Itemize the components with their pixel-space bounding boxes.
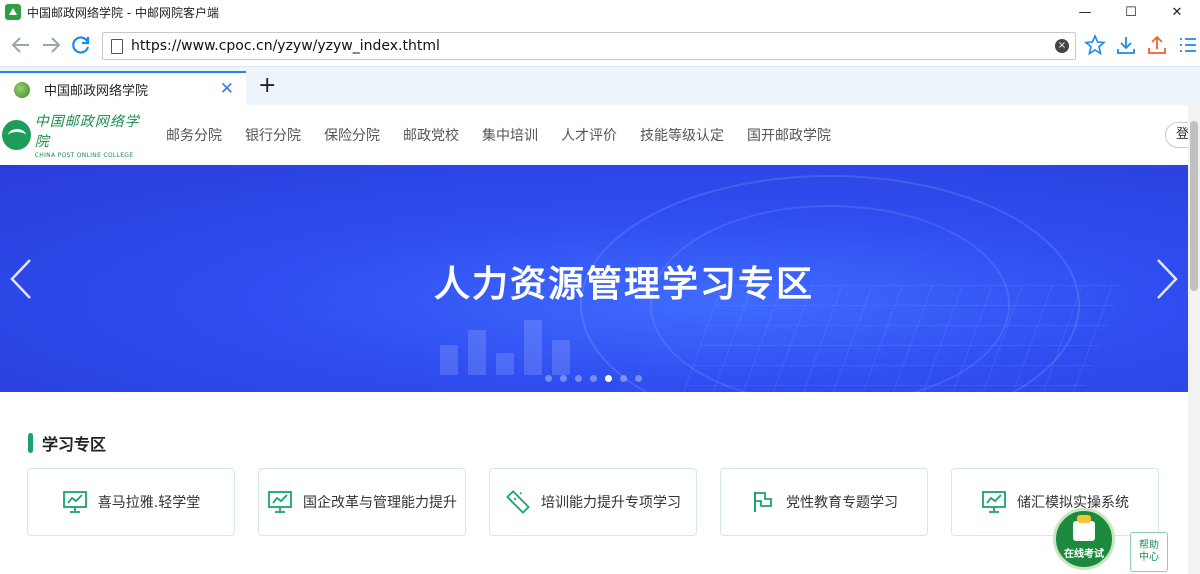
window-titlebar: 中国邮政网络学院 - 中邮网院客户端 — ☐ ✕ xyxy=(0,0,1200,24)
zone-card-himalaya[interactable]: 喜马拉雅.轻学堂 xyxy=(27,468,235,536)
maximize-button[interactable]: ☐ xyxy=(1108,0,1154,24)
carousel-dot[interactable] xyxy=(635,375,642,382)
learning-zone-heading: 学习专区 xyxy=(28,431,106,455)
nav-item-bank[interactable]: 银行分院 xyxy=(245,125,301,145)
cpoc-logo-icon xyxy=(2,120,31,150)
site-header: 中国邮政网络学院 CHINA POST ONLINE COLLEGE 邮务分院 … xyxy=(0,105,1200,165)
main-navigation: 邮务分院 银行分院 保险分院 邮政党校 集中培训 人才评价 技能等级认定 国开邮… xyxy=(166,125,854,145)
url-text[interactable]: https://www.cpoc.cn/yzyw/yzyw_index.thtm… xyxy=(131,38,440,54)
window-title: 中国邮政网络学院 - 中邮网院客户端 xyxy=(27,5,219,20)
zone-card-soe-reform[interactable]: 国企改革与管理能力提升 xyxy=(258,468,466,536)
download-icon[interactable] xyxy=(1113,32,1139,58)
nav-item-insurance[interactable]: 保险分院 xyxy=(324,125,380,145)
online-exam-label: 在线考试 xyxy=(1064,548,1104,560)
ruler-icon xyxy=(506,490,530,514)
flag-icon xyxy=(754,492,772,512)
favorite-star-icon[interactable] xyxy=(1082,32,1108,58)
carousel-prev-arrow-icon[interactable] xyxy=(6,257,36,301)
carousel-dot[interactable] xyxy=(575,375,582,382)
tab-cpoc[interactable]: 中国邮政网络学院 ✕ xyxy=(0,71,246,106)
section-accent-bar xyxy=(28,433,33,453)
presentation-chart-icon xyxy=(62,491,87,513)
carousel-next-arrow-icon[interactable] xyxy=(1152,257,1182,301)
browser-toolbar: https://www.cpoc.cn/yzyw/yzyw_index.thtm… xyxy=(0,24,1200,66)
logo-english-name: CHINA POST ONLINE COLLEGE xyxy=(34,152,134,159)
zone-card-label: 党性教育专题学习 xyxy=(786,495,898,511)
learning-zone-cards: 喜马拉雅.轻学堂 国企改革与管理能力提升 培训能力提升专项学习 党性教育专题学习… xyxy=(27,468,1159,536)
carousel-dot[interactable] xyxy=(545,375,552,382)
scrollbar-thumb[interactable] xyxy=(1190,121,1198,291)
new-tab-button[interactable]: + xyxy=(258,75,276,97)
nav-item-talent-evaluation[interactable]: 人才评价 xyxy=(561,125,617,145)
tab-title: 中国邮政网络学院 xyxy=(44,84,149,99)
tab-strip: 中国邮政网络学院 ✕ + xyxy=(0,66,1200,106)
section-title: 学习专区 xyxy=(42,435,107,454)
address-bar[interactable]: https://www.cpoc.cn/yzyw/yzyw_index.thtm… xyxy=(102,32,1076,60)
close-tab-icon[interactable]: ✕ xyxy=(220,81,234,98)
menu-list-icon[interactable] xyxy=(1175,32,1200,58)
zone-card-label: 培训能力提升专项学习 xyxy=(541,495,681,511)
site-logo[interactable]: 中国邮政网络学院 CHINA POST ONLINE COLLEGE xyxy=(0,114,150,159)
logo-chinese-name: 中国邮政网络学院 xyxy=(34,114,140,150)
zone-card-label: 喜马拉雅.轻学堂 xyxy=(97,495,201,511)
banner-title: 人力资源管理学习专区 xyxy=(433,264,814,305)
carousel-dot[interactable] xyxy=(620,375,627,382)
carousel-dot[interactable] xyxy=(560,375,567,382)
help-label-line1: 帮助 xyxy=(1139,540,1159,551)
carousel-dots xyxy=(545,375,642,382)
share-upload-icon[interactable] xyxy=(1144,32,1170,58)
online-exam-button[interactable]: 在线考试 xyxy=(1053,508,1115,570)
site-favicon-icon xyxy=(14,81,30,98)
forward-arrow-icon[interactable] xyxy=(36,30,66,60)
presentation-chart-icon xyxy=(982,491,1006,513)
help-label-line2: 中心 xyxy=(1139,552,1159,563)
page-icon xyxy=(111,38,123,54)
presentation-chart-icon xyxy=(268,491,292,513)
page-scrollbar[interactable] xyxy=(1188,105,1200,574)
clear-url-icon[interactable]: × xyxy=(1055,39,1069,53)
zone-card-party-education[interactable]: 党性教育专题学习 xyxy=(720,468,928,536)
back-arrow-icon[interactable] xyxy=(6,30,36,60)
close-window-button[interactable]: ✕ xyxy=(1154,0,1200,24)
zone-card-training-ability[interactable]: 培训能力提升专项学习 xyxy=(489,468,697,536)
refresh-icon[interactable] xyxy=(66,30,96,60)
carousel-dot[interactable] xyxy=(590,375,597,382)
help-center-button[interactable]: 帮助 中心 xyxy=(1130,532,1168,572)
nav-item-skill-certification[interactable]: 技能等级认定 xyxy=(640,125,724,145)
nav-item-centralized-training[interactable]: 集中培训 xyxy=(482,125,538,145)
exam-paper-icon xyxy=(1073,514,1095,541)
nav-item-party-school[interactable]: 邮政党校 xyxy=(403,125,459,145)
minimize-button[interactable]: — xyxy=(1062,0,1108,24)
hero-banner[interactable]: 人力资源管理学习专区 xyxy=(0,165,1188,392)
zone-card-label: 国企改革与管理能力提升 xyxy=(303,495,457,511)
nav-item-postal[interactable]: 邮务分院 xyxy=(166,125,222,145)
app-logo-icon xyxy=(5,4,21,20)
carousel-dot[interactable] xyxy=(605,375,612,382)
nav-item-open-university[interactable]: 国开邮政学院 xyxy=(747,125,831,145)
